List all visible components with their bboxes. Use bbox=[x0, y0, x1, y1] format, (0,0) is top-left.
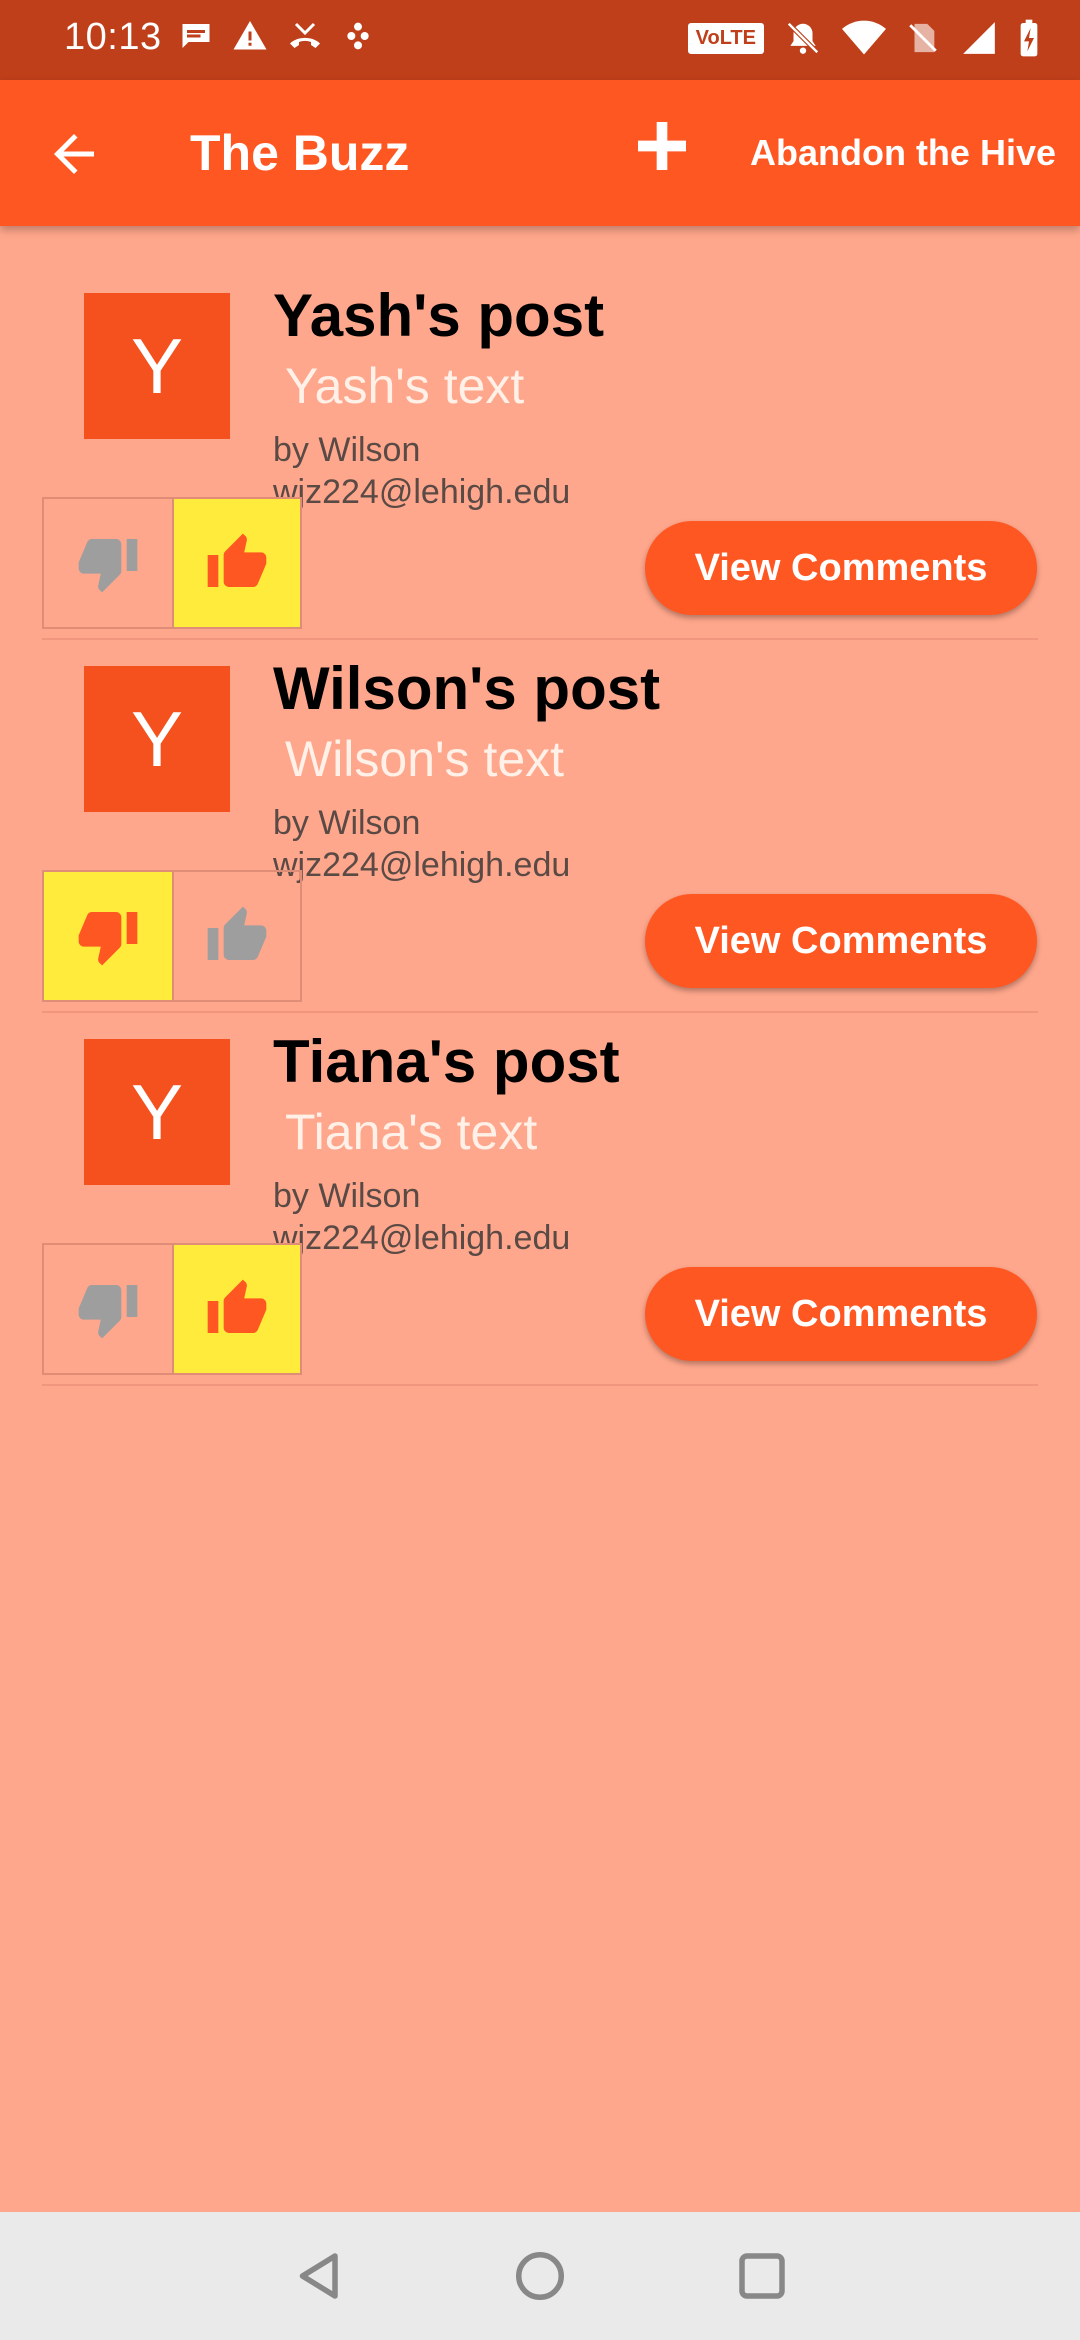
like-button[interactable] bbox=[172, 872, 300, 1000]
alert-icon bbox=[233, 21, 267, 50]
thumbs-down-icon bbox=[78, 912, 138, 966]
view-comments-button[interactable]: View Comments bbox=[645, 521, 1037, 615]
no-sim-icon bbox=[909, 23, 937, 53]
like-button[interactable] bbox=[172, 499, 300, 627]
abandon-hive-button[interactable]: Abandon the Hive bbox=[750, 132, 1056, 174]
post-email: wjz224@lehigh.edu bbox=[273, 846, 571, 884]
status-time: 10:13 bbox=[64, 16, 162, 58]
thumbs-down-icon bbox=[78, 1285, 138, 1339]
post-author: by Wilson bbox=[273, 431, 421, 469]
status-bar: 10:13 VoLTE bbox=[0, 0, 1080, 80]
post-author: by Wilson bbox=[273, 804, 421, 842]
dislike-button[interactable] bbox=[44, 499, 172, 627]
thumbs-up-icon bbox=[207, 1279, 267, 1333]
message-icon bbox=[182, 24, 210, 48]
app-bar: The Buzz Abandon the Hive bbox=[0, 80, 1080, 226]
post-author: by Wilson bbox=[273, 1177, 421, 1215]
avatar: Y bbox=[84, 666, 230, 812]
dislike-button[interactable] bbox=[44, 872, 172, 1000]
post-card: Y Tiana's post Tiana's text by Wilson wj… bbox=[0, 1013, 1080, 1386]
like-button[interactable] bbox=[172, 1245, 300, 1373]
view-comments-button[interactable]: View Comments bbox=[645, 1267, 1037, 1361]
vote-group bbox=[42, 870, 302, 1002]
page-title: The Buzz bbox=[190, 125, 410, 181]
bell-off-icon bbox=[787, 22, 819, 54]
app-notification-icon bbox=[347, 22, 369, 50]
post-email: wjz224@lehigh.edu bbox=[273, 473, 571, 511]
view-comments-button[interactable]: View Comments bbox=[645, 894, 1037, 988]
missed-call-icon bbox=[290, 22, 320, 48]
dislike-button[interactable] bbox=[44, 1245, 172, 1373]
back-arrow-icon[interactable] bbox=[44, 124, 104, 184]
post-email: wjz224@lehigh.edu bbox=[273, 1219, 571, 1257]
avatar: Y bbox=[84, 1039, 230, 1185]
post-text: Yash's text bbox=[285, 358, 525, 414]
avatar: Y bbox=[84, 293, 230, 439]
post-card: Y Yash's post Yash's text by Wilson wjz2… bbox=[0, 267, 1080, 640]
post-title: Wilson's post bbox=[273, 655, 661, 722]
thumbs-up-icon bbox=[207, 533, 267, 587]
vote-group bbox=[42, 497, 302, 629]
post-text: Tiana's text bbox=[285, 1104, 538, 1160]
post-text: Wilson's text bbox=[285, 731, 565, 787]
signal-icon bbox=[963, 22, 995, 54]
volte-icon: VoLTE bbox=[687, 22, 764, 54]
status-icons-right: VoLTE bbox=[687, 18, 1040, 58]
back-triangle-icon[interactable] bbox=[290, 2246, 350, 2306]
thumbs-down-icon bbox=[78, 539, 138, 593]
status-icons-left bbox=[178, 18, 374, 54]
home-circle-icon[interactable] bbox=[510, 2246, 570, 2306]
recents-square-icon[interactable] bbox=[732, 2246, 792, 2306]
add-post-button[interactable] bbox=[630, 114, 694, 178]
battery-charging-icon bbox=[1020, 19, 1038, 57]
system-nav-bar bbox=[0, 2212, 1080, 2340]
vote-group bbox=[42, 1243, 302, 1375]
thumbs-up-icon bbox=[207, 906, 267, 960]
post-title: Tiana's post bbox=[273, 1028, 620, 1095]
divider bbox=[42, 1384, 1038, 1386]
post-card: Y Wilson's post Wilson's text by Wilson … bbox=[0, 640, 1080, 1013]
post-title: Yash's post bbox=[273, 282, 605, 349]
wifi-icon bbox=[842, 20, 886, 55]
